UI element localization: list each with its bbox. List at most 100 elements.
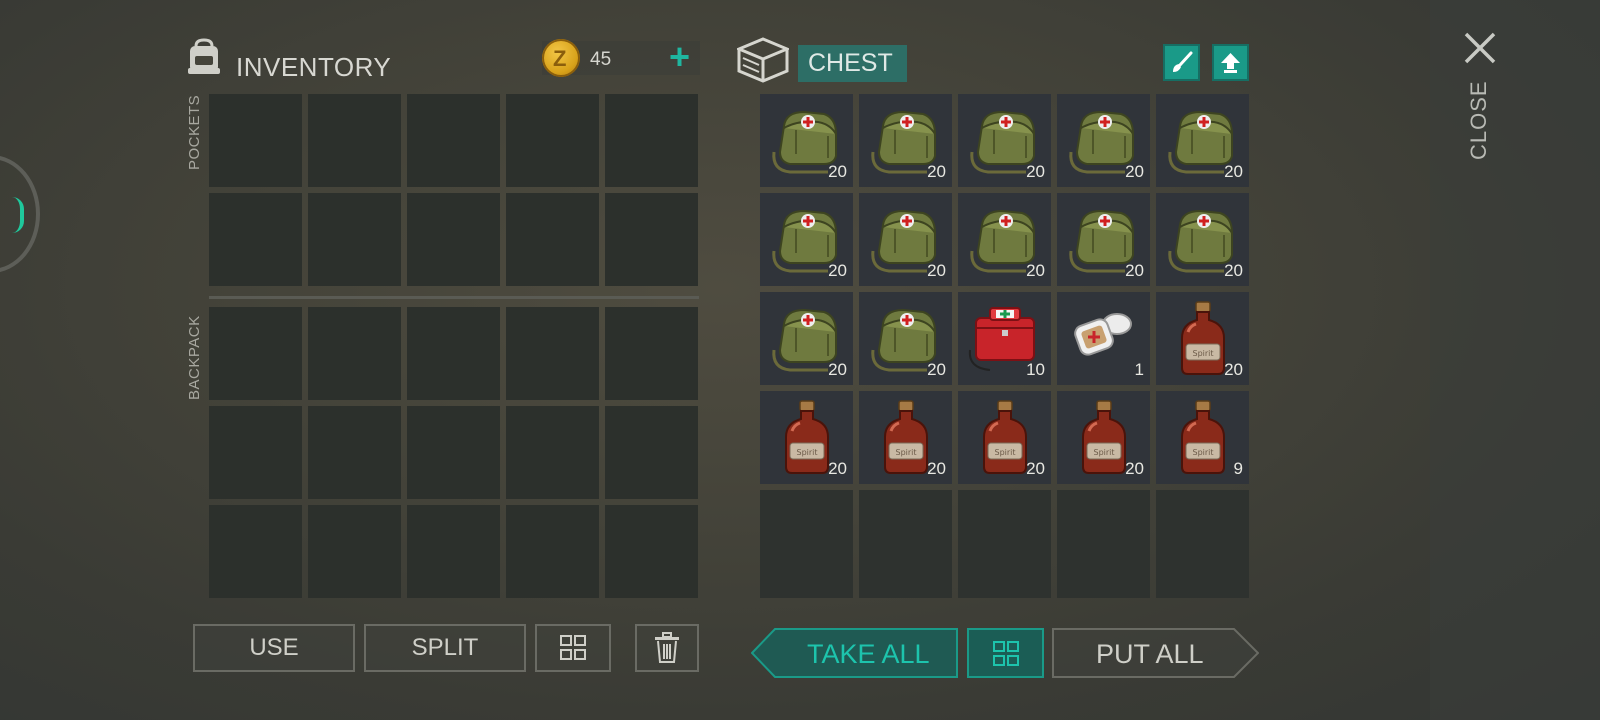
backpack-slot[interactable] (308, 505, 401, 598)
pocket-slot[interactable] (308, 193, 401, 286)
backpack-slot[interactable] (308, 406, 401, 499)
trash-icon (655, 632, 679, 663)
backpack-slot[interactable] (209, 307, 302, 400)
pockets-label: POCKETS (186, 94, 203, 170)
item-quantity: 20 (828, 459, 847, 478)
delete-button[interactable] (635, 624, 699, 672)
backpack-label: BACKPACK (186, 315, 203, 400)
pockets-grid (209, 94, 698, 286)
chest-slot[interactable]: Spirit 20 (1057, 391, 1150, 484)
backpack-slot[interactable] (407, 505, 500, 598)
pocket-slot[interactable] (308, 94, 401, 187)
chest-slot[interactable] (958, 490, 1051, 583)
backpack-slot[interactable] (506, 307, 599, 400)
grid-sort-icon (560, 635, 586, 660)
item-quantity: 20 (1224, 162, 1243, 181)
chest-slot[interactable]: 20 (958, 94, 1051, 187)
add-coins-button[interactable]: + (669, 39, 690, 75)
chest-slot[interactable]: Spirit 20 (760, 391, 853, 484)
item-quantity: 20 (828, 360, 847, 379)
put-all-button[interactable]: PUT ALL (1052, 628, 1259, 678)
brush-icon (1173, 51, 1193, 72)
backpack-slot[interactable] (506, 406, 599, 499)
chest-slot[interactable] (1156, 580, 1249, 598)
backpack-slot[interactable] (407, 307, 500, 400)
sort-button[interactable] (535, 624, 611, 672)
chest-slot[interactable]: Spirit 20 (1156, 292, 1249, 385)
backpack-slot[interactable] (605, 307, 698, 400)
take-all-label: TAKE ALL (807, 639, 930, 669)
backpack-slot[interactable] (308, 307, 401, 400)
chest-slot[interactable]: 20 (1156, 94, 1249, 187)
chest-slot[interactable] (1057, 490, 1150, 583)
chest-slot[interactable]: 20 (760, 94, 853, 187)
svg-text:Spirit: Spirit (1192, 448, 1213, 457)
chest-slot[interactable] (859, 490, 952, 583)
chest-slot[interactable] (1156, 490, 1249, 583)
gauge-arc (12, 197, 24, 233)
backpack-slot[interactable] (506, 505, 599, 598)
backpack-icon (188, 38, 220, 74)
backpack-slot[interactable] (407, 406, 500, 499)
pocket-slot[interactable] (209, 94, 302, 187)
chest-slot[interactable]: 20 (1057, 94, 1150, 187)
chest-grid-partial-row (760, 580, 1249, 598)
item-quantity: 20 (1125, 459, 1144, 478)
upload-button[interactable] (1212, 44, 1249, 81)
chest-slot[interactable]: 20 (859, 292, 952, 385)
close-icon[interactable] (1462, 30, 1498, 66)
pocket-slot[interactable] (506, 94, 599, 187)
chest-slot[interactable] (859, 580, 952, 598)
item-quantity: 20 (927, 360, 946, 379)
take-all-button[interactable]: TAKE ALL (751, 628, 958, 678)
item-quantity: 20 (828, 162, 847, 181)
chest-slot[interactable]: Spirit 20 (958, 391, 1051, 484)
coin-balance: Z 45 + (542, 39, 700, 77)
backpack-slot[interactable] (605, 406, 698, 499)
chest-slot[interactable] (1057, 580, 1150, 598)
pocket-slot[interactable] (209, 193, 302, 286)
chest-slot[interactable]: 20 (1057, 193, 1150, 286)
pocket-slot[interactable] (605, 94, 698, 187)
item-quantity: 20 (927, 261, 946, 280)
chest-slot[interactable] (958, 580, 1051, 598)
brush-button[interactable] (1163, 44, 1200, 81)
item-quantity: 20 (927, 162, 946, 181)
chest-slot[interactable]: 10 (958, 292, 1051, 385)
item-quantity: 9 (1233, 459, 1243, 478)
chest-slot[interactable]: 20 (760, 193, 853, 286)
chest-slot[interactable]: 20 (859, 94, 952, 187)
chest-slot[interactable]: 1 (1057, 292, 1150, 385)
chest-slot[interactable] (760, 580, 853, 598)
chest-slot[interactable]: 20 (859, 193, 952, 286)
chest-icon (737, 37, 789, 83)
pocket-slot[interactable] (605, 193, 698, 286)
inventory-title: INVENTORY (236, 52, 392, 82)
chest-slot[interactable]: Spirit 9 (1156, 391, 1249, 484)
split-button[interactable]: SPLIT (364, 624, 526, 672)
close-button[interactable]: CLOSE (1466, 80, 1492, 160)
pocket-slot[interactable] (407, 94, 500, 187)
pocket-slot[interactable] (506, 193, 599, 286)
chest-slot[interactable]: Spirit 20 (859, 391, 952, 484)
coin-count: 45 (590, 49, 612, 70)
chest-sort-button[interactable] (967, 628, 1044, 678)
chest-slot[interactable]: 20 (1156, 193, 1249, 286)
backpack-slot[interactable] (209, 505, 302, 598)
backpack-slot[interactable] (209, 406, 302, 499)
backpack-grid (209, 307, 698, 598)
left-gauge[interactable] (0, 155, 40, 273)
chest-grid: 20 20 20 20 20 20 20 20 20 20 20 20 10 1… (760, 94, 1249, 583)
backpack-slot[interactable] (605, 505, 698, 598)
bandage-icon (1074, 313, 1132, 356)
chest-slot[interactable] (760, 490, 853, 583)
pocket-slot[interactable] (407, 193, 500, 286)
item-quantity: 10 (1026, 360, 1045, 379)
chest-slot[interactable]: 20 (958, 193, 1051, 286)
grid-sort-icon (993, 641, 1019, 666)
use-button[interactable]: USE (193, 624, 355, 672)
item-quantity: 1 (1134, 360, 1144, 379)
chest-slot[interactable]: 20 (760, 292, 853, 385)
item-quantity: 20 (927, 459, 946, 478)
svg-text:Spirit: Spirit (895, 448, 916, 457)
